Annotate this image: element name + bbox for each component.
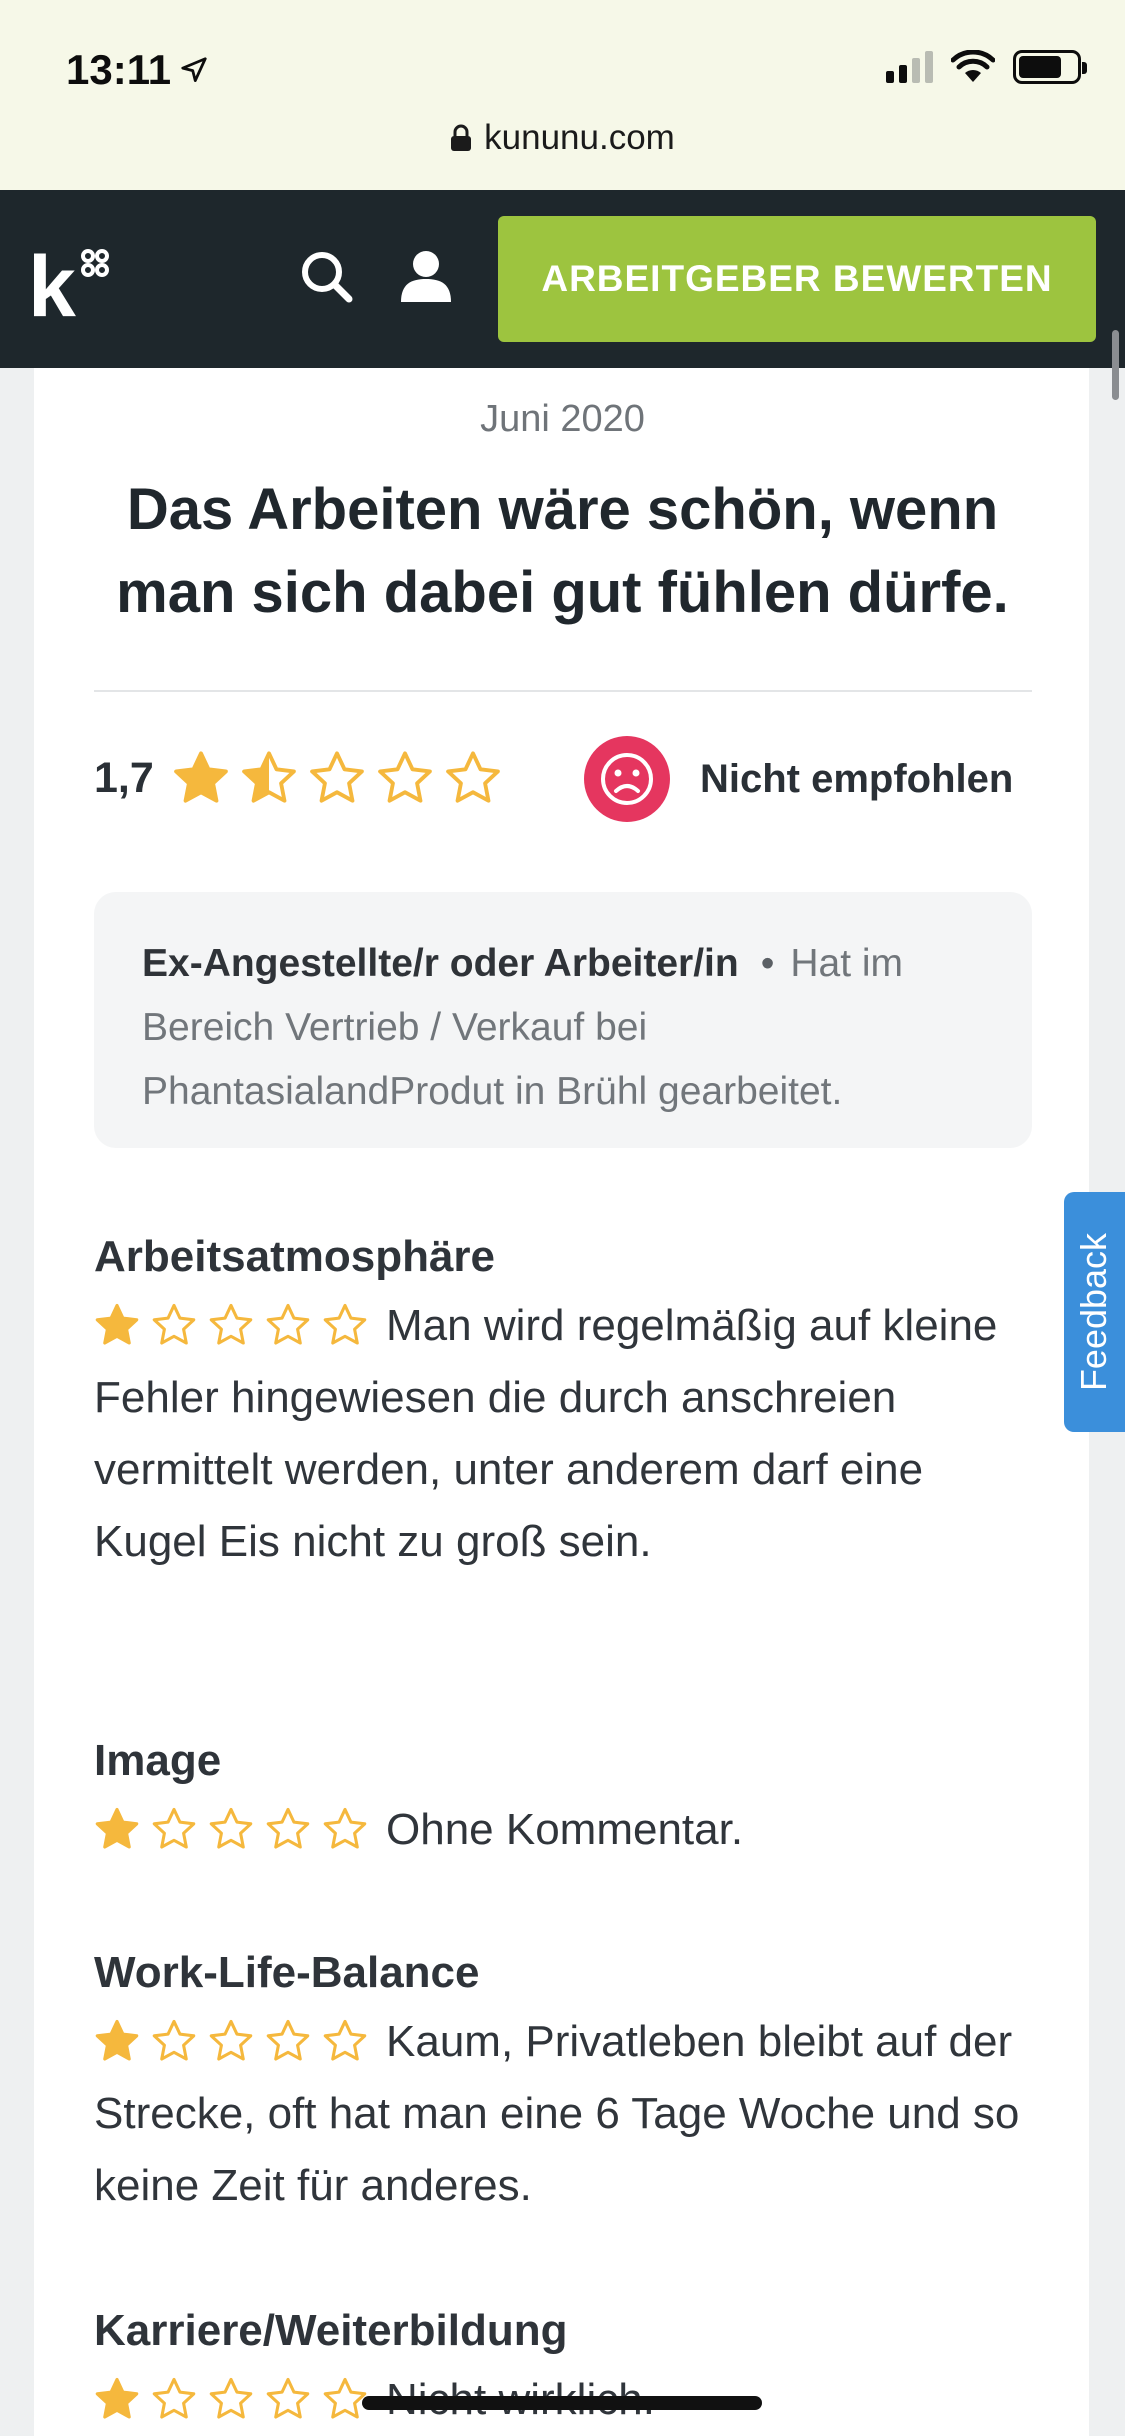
overall-stars xyxy=(172,749,502,807)
category-karriere: Karriere/Weiterbildung Nicht wirklich. xyxy=(94,2306,1044,2436)
category-title: Arbeitsatmosphäre xyxy=(94,1232,496,1281)
user-icon[interactable] xyxy=(396,246,456,306)
star-filled-icon xyxy=(173,751,228,803)
sad-face-icon xyxy=(584,736,670,822)
cellular-signal-icon xyxy=(886,51,933,83)
star-empty-icon xyxy=(209,2377,253,2419)
star-filled-icon xyxy=(95,1303,139,1345)
star-empty-icon xyxy=(323,2377,367,2419)
overall-rating: 1,7 xyxy=(94,740,502,816)
star-empty-icon xyxy=(152,1303,196,1345)
feedback-tab[interactable]: Feedback xyxy=(1064,1192,1125,1432)
category-arbeitsatmosphaere: Arbeitsatmosphäre Man wird regelmäßig au… xyxy=(94,1232,1044,1578)
logo-letter: k xyxy=(28,239,76,328)
star-empty-icon xyxy=(445,751,500,803)
review-date: Juni 2020 xyxy=(480,398,645,440)
star-empty-icon xyxy=(266,2377,310,2419)
star-empty-icon xyxy=(209,1807,253,1849)
recommendation: Nicht empfohlen xyxy=(584,736,1013,822)
category-text: Ohne Kommentar. xyxy=(386,1805,744,1854)
battery-icon xyxy=(1013,50,1087,84)
category-title: Image xyxy=(94,1736,222,1785)
category-work-life-balance: Work-Life-Balance Kaum, Privatleben blei… xyxy=(94,1948,1044,2222)
url-text: kununu.com xyxy=(484,118,675,157)
separator: • xyxy=(760,942,775,985)
category-title: Work-Life-Balance xyxy=(94,1948,480,1997)
star-empty-icon xyxy=(152,2377,196,2419)
kununu-logo[interactable]: k xyxy=(28,236,120,328)
page-scrollbar[interactable] xyxy=(1112,330,1119,400)
divider xyxy=(94,690,1032,692)
star-filled-icon xyxy=(95,1807,139,1849)
category-stars xyxy=(94,1302,368,1348)
star-empty-icon xyxy=(152,2019,196,2061)
category-stars xyxy=(94,2376,368,2422)
category-title: Karriere/Weiterbildung xyxy=(94,2306,568,2355)
rate-employer-button[interactable]: ARBEITGEBER BEWERTEN xyxy=(498,216,1096,342)
category-stars xyxy=(94,2018,368,2064)
address-bar[interactable]: kununu.com xyxy=(0,118,1125,158)
star-empty-icon xyxy=(266,1807,310,1849)
category-stars xyxy=(94,1806,368,1852)
star-empty-icon xyxy=(209,2019,253,2061)
author-info: Ex-Angestellte/r oder Arbeiter/in • Hat im… xyxy=(94,892,1032,1148)
lock-icon xyxy=(451,124,472,151)
category-comment: Man wird regelmäßig auf kleine Fehler hi… xyxy=(94,1290,1044,1578)
star-empty-icon xyxy=(266,2019,310,2061)
location-arrow-icon xyxy=(181,57,207,82)
search-icon[interactable] xyxy=(296,246,356,306)
star-empty-icon xyxy=(309,751,364,803)
category-image: Image Ohne Kommentar. xyxy=(94,1736,1044,1866)
home-indicator[interactable] xyxy=(362,2396,762,2410)
overall-score: 1,7 xyxy=(94,753,154,802)
star-half-icon xyxy=(241,751,296,803)
star-empty-icon xyxy=(323,2019,367,2061)
star-filled-icon xyxy=(95,2377,139,2419)
recommendation-label: Nicht empfohlen xyxy=(700,756,1014,801)
star-empty-icon xyxy=(323,1303,367,1345)
review-title: Das Arbeiten wäre schön, wenn man sich d… xyxy=(116,477,1009,625)
category-comment: Ohne Kommentar. xyxy=(94,1794,1044,1866)
category-comment: Kaum, Privatleben bleibt auf der Strecke… xyxy=(94,2006,1044,2222)
clock: 13:11 xyxy=(66,46,209,94)
wifi-icon xyxy=(951,50,995,82)
star-empty-icon xyxy=(323,1807,367,1849)
feedback-label: Feedback xyxy=(1073,1232,1115,1392)
clock-time: 13:11 xyxy=(66,46,172,93)
status-bar: 13:11 kununu.com xyxy=(0,0,1125,190)
star-empty-icon xyxy=(152,1807,196,1849)
system-icons xyxy=(886,50,1087,84)
star-empty-icon xyxy=(209,1303,253,1345)
star-filled-icon xyxy=(95,2019,139,2061)
star-empty-icon xyxy=(266,1303,310,1345)
author-role: Ex-Angestellte/r oder Arbeiter/in xyxy=(142,942,739,985)
star-empty-icon xyxy=(377,751,432,803)
